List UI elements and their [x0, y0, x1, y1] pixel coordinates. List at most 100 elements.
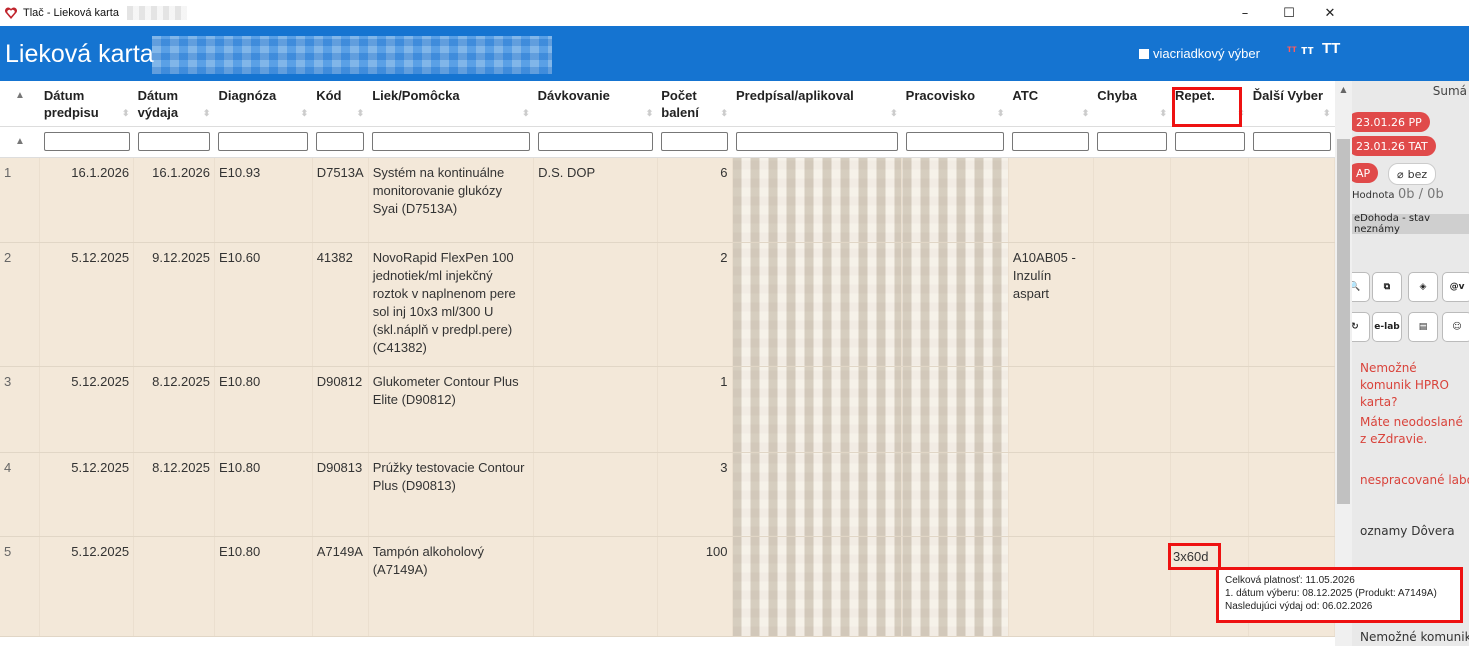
font-size-medium-button[interactable]: тт — [1301, 42, 1314, 57]
minimize-button[interactable]: – — [1228, 0, 1262, 26]
document-icon[interactable]: ▤ — [1408, 312, 1438, 342]
cell-datum-predpisu: 16.1.2026 — [39, 157, 135, 243]
filter-datum-vydaja[interactable] — [137, 132, 211, 151]
font-size-small-button[interactable]: ᴛᴛ — [1287, 44, 1297, 55]
communication-warning[interactable]: Nemožné komunik — [1360, 630, 1469, 644]
cell-kod: A7149A — [312, 536, 369, 637]
cell-pocet: 1 — [657, 366, 733, 453]
cell-chyba — [1093, 452, 1172, 537]
hpro-warning[interactable]: Nemožné komunik HPRO karta? — [1360, 360, 1469, 411]
col-datum-vydaja[interactable]: Dátum výdaja ⬍ — [133, 81, 215, 127]
filter-pracovisko[interactable] — [905, 132, 1005, 151]
maximize-button[interactable]: ☐ — [1272, 0, 1306, 26]
cell-liek: Systém na kontinuálne monitorovanie gluk… — [368, 157, 535, 243]
col-diagnoza[interactable]: Diagnóza ⬍ — [214, 81, 313, 127]
at-icon[interactable]: @v — [1442, 272, 1469, 302]
table-row[interactable]: 4 5.12.2025 8.12.2025 E10.80 D90813 Prúž… — [0, 452, 1335, 537]
table-row[interactable]: 2 5.12.2025 9.12.2025 E10.60 41382 NovoR… — [0, 242, 1335, 367]
badge-bez[interactable]: ⌀ bez — [1388, 163, 1437, 185]
badge-tat[interactable]: 23.01.26 TAT — [1352, 136, 1436, 156]
font-size-large-button[interactable]: TT — [1322, 40, 1340, 57]
elab-icon[interactable]: e-lab — [1372, 312, 1402, 342]
scroll-up-icon[interactable]: ▲ — [1335, 85, 1352, 94]
cell-liek: Prúžky testovacie Contour Plus (D90813) — [368, 452, 535, 537]
col-atc[interactable]: ATC ⬍ — [1008, 81, 1094, 127]
multiselect-toggle[interactable]: viacriadkový výber — [1139, 46, 1260, 61]
row-number: 3 — [0, 366, 41, 453]
table-row[interactable]: 3 5.12.2025 8.12.2025 E10.80 D90812 Gluk… — [0, 366, 1335, 453]
cell-chyba — [1093, 366, 1172, 453]
cell-atc — [1008, 536, 1094, 637]
multiselect-checkbox[interactable] — [1139, 48, 1149, 59]
badge-ap[interactable]: AP — [1352, 163, 1379, 183]
cell-datum-predpisu: 5.12.2025 — [39, 366, 135, 453]
fill-icon[interactable]: ◈ — [1408, 272, 1438, 302]
cell-diagnoza: E10.80 — [214, 452, 313, 537]
copy-add-icon[interactable]: ⧉ — [1372, 272, 1402, 302]
col-datum-predpisu[interactable]: Dátum predpisu ⬍ — [39, 81, 134, 127]
filter-pocet[interactable] — [661, 132, 729, 151]
filter-liek[interactable] — [372, 132, 530, 151]
cell-predpisal-redacted — [732, 157, 903, 243]
row-number: 2 — [0, 242, 41, 367]
col-dalsi-vyber[interactable]: Ďalší Vyber ⬍ — [1248, 81, 1335, 127]
refresh-icon[interactable]: ↻ — [1352, 312, 1370, 342]
sort-icon: ⬍ — [645, 108, 654, 118]
filter-davkovanie[interactable] — [537, 132, 654, 151]
row-number: 1 — [0, 157, 41, 243]
edohoda-status: eDohoda - stav neznámy — [1352, 213, 1469, 235]
col-kod[interactable]: Kód ⬍ — [312, 81, 369, 127]
filter-datum-predpisu[interactable] — [43, 132, 130, 151]
cell-predpisal-redacted — [732, 242, 903, 367]
cell-pracovisko-redacted — [901, 452, 1009, 537]
tooltip-next-dispense: Nasledujúci výdaj od: 06.02.2026 — [1225, 601, 1373, 612]
filter-predpisal[interactable] — [736, 132, 898, 151]
scrollbar-thumb[interactable] — [1337, 139, 1350, 504]
table-row[interactable]: 5 5.12.2025 E10.80 A7149A Tampón alkohol… — [0, 536, 1335, 637]
ezdravie-warning[interactable]: Máte neodoslané z eZdravie. — [1360, 414, 1469, 448]
col-davkovanie[interactable]: Dávkovanie ⬍ — [533, 81, 658, 127]
cell-predpisal-redacted — [732, 366, 903, 453]
repet-value[interactable]: 3x60d — [1170, 545, 1220, 570]
filter-sort-icon[interactable]: ▲ — [0, 126, 40, 158]
user-icon[interactable]: ☺ — [1442, 312, 1469, 342]
sort-icon: ⬍ — [522, 108, 530, 118]
col-pocet-baleni[interactable]: Počet balení ⬍ — [657, 81, 733, 127]
filter-diagnoza[interactable] — [218, 132, 309, 151]
hodnota-value: 0b / 0b — [1398, 187, 1444, 202]
repet-tooltip: Celková platnosť: 11.05.2026 1. dátum vý… — [1216, 567, 1463, 623]
close-button[interactable]: ✕ — [1313, 0, 1347, 26]
tooltip-total-validity: Celková platnosť: 11.05.2026 — [1225, 575, 1355, 586]
cell-atc — [1008, 366, 1094, 453]
col-liek[interactable]: Liek/Pomôcka ⬍ — [368, 81, 534, 127]
cell-repet — [1170, 157, 1250, 243]
cell-pracovisko-redacted — [901, 536, 1009, 637]
filter-kod[interactable] — [316, 132, 365, 151]
col-pracovisko[interactable]: Pracovisko ⬍ — [901, 81, 1009, 127]
side-suma-label: Sumá — [1432, 84, 1467, 98]
side-header — [1352, 26, 1469, 81]
filter-atc[interactable] — [1012, 132, 1090, 151]
table-row[interactable]: 1 16.1.2026 16.1.2026 E10.93 D7513A Syst… — [0, 157, 1335, 243]
filter-repet[interactable] — [1174, 132, 1245, 151]
cell-predpisal-redacted — [732, 452, 903, 537]
badge-pp[interactable]: 23.01.26 PP — [1352, 112, 1430, 132]
dovera-notice[interactable]: oznamy Dôvera — [1360, 524, 1455, 538]
cell-pocet: 100 — [657, 536, 733, 637]
background-window — [1352, 0, 1469, 26]
cell-chyba — [1093, 536, 1172, 637]
vertical-scrollbar[interactable]: ▲ — [1335, 81, 1352, 646]
filter-dalsi[interactable] — [1252, 132, 1331, 151]
cell-davkovanie — [533, 366, 658, 453]
filter-chyba[interactable] — [1097, 132, 1167, 151]
rownum-header[interactable]: ▲ — [0, 81, 40, 127]
cell-pracovisko-redacted — [901, 366, 1009, 453]
search-icon[interactable]: 🔍 — [1352, 272, 1370, 302]
medication-table-container: ▲ Dátum predpisu ⬍ Dátum výdaja ⬍ Diagnóza… — [0, 81, 1335, 646]
sort-icon: ⬍ — [122, 108, 130, 118]
lab-warning[interactable]: nespracované labo — [1360, 472, 1469, 489]
cell-kod: D7513A — [312, 157, 369, 243]
col-predpisal[interactable]: Predpísal/aplikoval ⬍ — [732, 81, 902, 127]
cell-chyba — [1093, 157, 1172, 243]
col-chyba[interactable]: Chyba ⬍ — [1093, 81, 1171, 127]
